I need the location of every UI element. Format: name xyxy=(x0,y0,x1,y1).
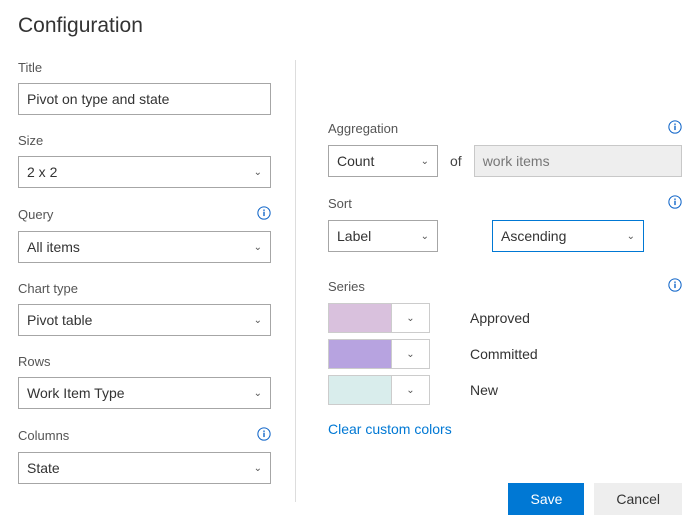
series-name: Committed xyxy=(470,346,538,362)
series-name: New xyxy=(470,382,498,398)
left-panel: Title Size 2 x 2 ⌄ Query All items ⌄ Cha… xyxy=(18,60,296,502)
chevron-down-icon: ⌄ xyxy=(254,463,262,474)
color-picker-button[interactable]: ⌄ xyxy=(392,303,430,333)
query-select[interactable]: All items ⌄ xyxy=(18,231,271,263)
columns-label: Columns xyxy=(18,428,69,443)
page-title: Configuration xyxy=(18,14,682,38)
chevron-down-icon: ⌄ xyxy=(406,385,414,396)
size-value: 2 x 2 xyxy=(27,164,57,180)
info-icon[interactable] xyxy=(257,427,271,444)
rows-select[interactable]: Work Item Type ⌄ xyxy=(18,377,271,409)
rows-value: Work Item Type xyxy=(27,385,125,401)
series-label: Series xyxy=(328,279,365,294)
save-button[interactable]: Save xyxy=(508,483,584,515)
color-picker-button[interactable]: ⌄ xyxy=(392,339,430,369)
chevron-down-icon: ⌄ xyxy=(254,167,262,178)
aggregation-value: Count xyxy=(337,153,374,169)
sort-direction-select[interactable]: Ascending ⌄ xyxy=(492,220,644,252)
sort-label: Sort xyxy=(328,196,352,211)
info-icon[interactable] xyxy=(668,278,682,295)
series-row: ⌄ Approved xyxy=(328,303,682,333)
chart-type-label: Chart type xyxy=(18,281,78,296)
chevron-down-icon: ⌄ xyxy=(421,156,429,167)
clear-colors-link[interactable]: Clear custom colors xyxy=(328,421,452,437)
columns-select[interactable]: State ⌄ xyxy=(18,452,271,484)
columns-value: State xyxy=(27,460,60,476)
title-label: Title xyxy=(18,60,42,75)
aggregation-target: work items xyxy=(474,145,682,177)
chart-type-select[interactable]: Pivot table ⌄ xyxy=(18,304,271,336)
query-label: Query xyxy=(18,207,53,222)
query-value: All items xyxy=(27,239,80,255)
info-icon[interactable] xyxy=(668,120,682,137)
right-panel: Aggregation Count ⌄ of work items Sort L… xyxy=(296,60,682,502)
series-name: Approved xyxy=(470,310,530,326)
cancel-button[interactable]: Cancel xyxy=(594,483,682,515)
series-row: ⌄ Committed xyxy=(328,339,682,369)
size-label: Size xyxy=(18,133,43,148)
color-swatch xyxy=(328,375,392,405)
chevron-down-icon: ⌄ xyxy=(254,388,262,399)
rows-label: Rows xyxy=(18,354,51,369)
series-row: ⌄ New xyxy=(328,375,682,405)
chart-type-value: Pivot table xyxy=(27,312,92,328)
chevron-down-icon: ⌄ xyxy=(254,315,262,326)
chevron-down-icon: ⌄ xyxy=(254,242,262,253)
of-text: of xyxy=(450,153,462,169)
sort-by-select[interactable]: Label ⌄ xyxy=(328,220,438,252)
sort-by-value: Label xyxy=(337,228,371,244)
info-icon[interactable] xyxy=(257,206,271,223)
title-input[interactable] xyxy=(18,83,271,115)
chevron-down-icon: ⌄ xyxy=(406,349,414,360)
aggregation-select[interactable]: Count ⌄ xyxy=(328,145,438,177)
sort-direction-value: Ascending xyxy=(501,228,566,244)
color-picker-button[interactable]: ⌄ xyxy=(392,375,430,405)
info-icon[interactable] xyxy=(668,195,682,212)
chevron-down-icon: ⌄ xyxy=(627,231,635,242)
size-select[interactable]: 2 x 2 ⌄ xyxy=(18,156,271,188)
chevron-down-icon: ⌄ xyxy=(406,313,414,324)
color-swatch xyxy=(328,303,392,333)
aggregation-label: Aggregation xyxy=(328,121,398,136)
chevron-down-icon: ⌄ xyxy=(421,231,429,242)
color-swatch xyxy=(328,339,392,369)
